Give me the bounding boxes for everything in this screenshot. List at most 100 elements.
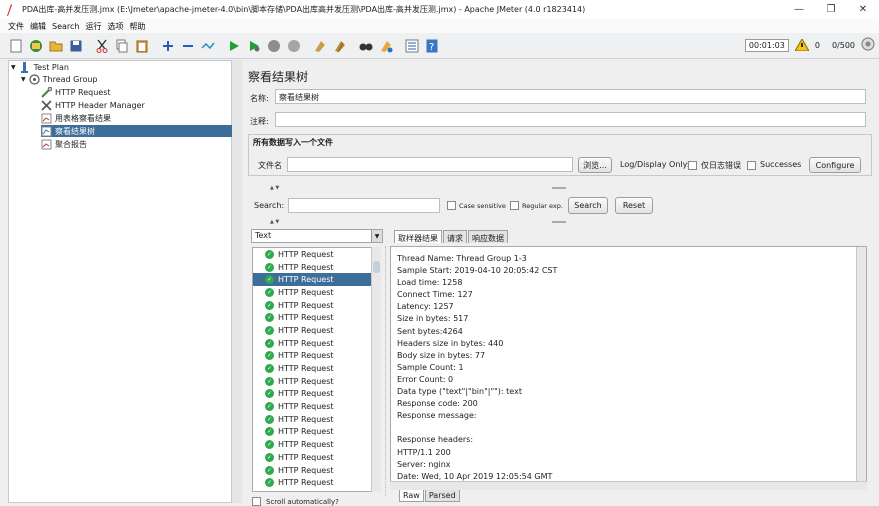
result-item[interactable]: ✓ HTTP Request (253, 476, 380, 489)
minimize-button[interactable]: — (783, 0, 815, 19)
result-line: Server: nginx (397, 459, 451, 469)
configure-button[interactable]: Configure (809, 157, 861, 173)
list-detail-splitter[interactable] (385, 246, 389, 496)
tab-request[interactable]: 请求 (443, 230, 467, 243)
result-item[interactable]: ✓ HTTP Request (253, 261, 380, 274)
cut-icon[interactable] (94, 38, 110, 54)
restore-button[interactable]: ❐ (815, 0, 847, 19)
tree-node-label: Thread Group (42, 74, 98, 84)
success-check-icon: ✓ (265, 338, 274, 348)
result-item-label: HTTP Request (278, 440, 334, 450)
splitter-arrows[interactable]: ▲ ▼ (270, 185, 279, 192)
filename-field[interactable] (287, 157, 573, 172)
success-check-icon: ✓ (265, 287, 274, 297)
browse-button[interactable]: 浏览... (578, 157, 612, 173)
stop-icon[interactable] (266, 38, 282, 54)
splitter-grip[interactable] (552, 187, 566, 189)
expand-arrow-icon[interactable]: ▼ (11, 64, 16, 71)
search-binoculars-icon[interactable] (358, 38, 374, 54)
result-item[interactable]: ✓ HTTP Request (253, 438, 380, 451)
tree-node-test-plan[interactable]: ▼ Test Plan (11, 61, 69, 73)
result-line (397, 422, 860, 434)
reset-search-icon[interactable] (378, 38, 394, 54)
result-item[interactable]: ✓ HTTP Request (253, 451, 380, 464)
remote-status-icon (861, 37, 875, 53)
chevron-down-icon[interactable]: ▼ (371, 230, 382, 242)
menu-help[interactable]: 帮助 (129, 21, 145, 32)
toggle-icon[interactable] (200, 38, 216, 54)
result-item[interactable]: ✓ HTTP Request (253, 273, 380, 287)
regex-label: Regular exp. (522, 202, 563, 210)
result-item[interactable]: ✓ HTTP Request (253, 248, 380, 261)
result-item[interactable]: ✓ HTTP Request (253, 299, 380, 312)
start-icon[interactable] (226, 38, 242, 54)
shutdown-icon[interactable] (286, 38, 302, 54)
tree-node-thread-group[interactable]: ▼ Thread Group (21, 73, 98, 85)
comment-field[interactable] (275, 112, 866, 127)
tab-parsed[interactable]: Parsed (424, 490, 460, 502)
menu-run[interactable]: 运行 (85, 21, 101, 32)
result-item[interactable]: ✓ HTTP Request (253, 362, 380, 375)
result-item[interactable]: ✓ HTTP Request (253, 350, 380, 363)
expand-arrow-icon[interactable]: ▼ (21, 76, 26, 83)
renderer-select[interactable]: Text ▼ (251, 229, 383, 243)
menu-file[interactable]: 文件 (8, 21, 24, 32)
result-item[interactable]: ✓ HTTP Request (253, 426, 380, 439)
name-field[interactable]: 察看结果树 (275, 89, 866, 104)
tree-node-header-manager[interactable]: HTTP Header Manager (41, 99, 145, 111)
result-item[interactable]: ✓ HTTP Request (253, 464, 380, 477)
function-helper-icon[interactable] (404, 38, 420, 54)
menu-options[interactable]: 选项 (107, 21, 123, 32)
menu-search[interactable]: Search (52, 22, 79, 31)
result-item[interactable]: ✓ HTTP Request (253, 388, 380, 401)
tab-sampler-result[interactable]: 取样器结果 (394, 230, 442, 243)
result-item[interactable]: ✓ HTTP Request (253, 311, 380, 324)
start-no-pause-icon[interactable] (246, 38, 262, 54)
save-icon[interactable] (68, 38, 84, 54)
case-sensitive-checkbox[interactable] (447, 201, 456, 210)
collapse-icon[interactable] (180, 38, 196, 54)
result-item[interactable]: ✓ HTTP Request (253, 413, 380, 426)
templates-icon[interactable] (28, 38, 44, 54)
tab-response-data[interactable]: 响应数据 (468, 230, 508, 243)
successes-checkbox[interactable] (747, 161, 756, 170)
reset-button[interactable]: Reset (615, 197, 653, 214)
expand-icon[interactable] (160, 38, 176, 54)
clear-all-icon[interactable] (332, 38, 348, 54)
result-item[interactable]: ✓ HTTP Request (253, 324, 380, 337)
success-check-icon: ✓ (265, 465, 274, 475)
scroll-thumb[interactable] (373, 261, 380, 273)
tree-node-results-tree[interactable]: 察看结果树 (41, 125, 239, 137)
tree-node-aggregate-report[interactable]: 聚合报告 (41, 138, 87, 150)
sampler-result-text[interactable]: Thread Name: Thread Group 1-3 Sample Star… (390, 246, 867, 482)
regex-checkbox[interactable] (510, 201, 519, 210)
warning-icon[interactable] (794, 39, 809, 51)
tree-node-table-results[interactable]: 用表格察看结果 (41, 112, 111, 124)
thread-group-icon (29, 73, 40, 85)
new-icon[interactable] (8, 38, 24, 54)
tab-raw[interactable]: Raw (399, 490, 424, 502)
search-button[interactable]: Search (568, 197, 608, 214)
detail-hscrollbar[interactable] (390, 481, 867, 490)
clear-icon[interactable] (312, 38, 328, 54)
search-input[interactable] (288, 198, 440, 213)
result-item[interactable]: ✓ HTTP Request (253, 375, 380, 388)
paste-icon[interactable] (134, 38, 150, 54)
splitter-arrows[interactable]: ▲ ▼ (270, 219, 279, 226)
result-item[interactable]: ✓ HTTP Request (253, 337, 380, 350)
result-item[interactable]: ✓ HTTP Request (253, 400, 380, 413)
close-button[interactable]: ✕ (847, 0, 879, 19)
help-icon[interactable]: ? (424, 38, 440, 54)
toolbar: ? 00:01:03 0 0/500 (0, 33, 879, 59)
open-icon[interactable] (48, 38, 64, 54)
menu-edit[interactable]: 编辑 (30, 21, 46, 32)
errors-only-checkbox[interactable] (688, 161, 697, 170)
result-list-scrollbar[interactable] (371, 247, 381, 492)
copy-icon[interactable] (114, 38, 130, 54)
splitter-grip[interactable] (552, 221, 566, 223)
tree-node-http-request[interactable]: HTTP Request (41, 86, 111, 98)
scroll-auto-checkbox[interactable] (252, 497, 261, 506)
detail-scrollbar[interactable] (856, 247, 866, 481)
tree-splitter[interactable] (232, 60, 242, 503)
result-item[interactable]: ✓ HTTP Request (253, 286, 380, 299)
